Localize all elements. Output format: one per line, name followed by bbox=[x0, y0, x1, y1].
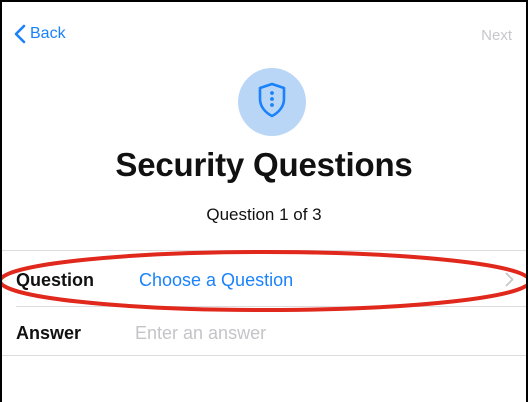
navigation-bar: Back Next bbox=[2, 2, 526, 72]
question-progress: Question 1 of 3 bbox=[206, 205, 322, 224]
divider-bottom bbox=[2, 355, 526, 356]
answer-row: Answer bbox=[2, 308, 526, 358]
question-row[interactable]: Question Choose a Question bbox=[2, 255, 526, 305]
security-questions-screen: Back Next Security Questions Question 1 … bbox=[0, 0, 528, 402]
chevron-left-icon bbox=[14, 24, 26, 44]
chevron-right-icon bbox=[505, 272, 514, 292]
next-button[interactable]: Next bbox=[481, 27, 512, 44]
shield-icon-badge bbox=[238, 68, 306, 136]
choose-question-selector[interactable]: Choose a Question bbox=[139, 270, 293, 291]
back-button[interactable]: Back bbox=[14, 24, 66, 44]
divider-top bbox=[2, 250, 526, 251]
answer-input[interactable] bbox=[135, 319, 495, 347]
divider-middle bbox=[16, 306, 526, 307]
answer-label: Answer bbox=[16, 322, 82, 343]
question-label: Question bbox=[16, 269, 95, 290]
page-title: Security Questions bbox=[115, 146, 413, 183]
back-button-label: Back bbox=[30, 25, 66, 42]
shield-icon bbox=[257, 82, 287, 123]
